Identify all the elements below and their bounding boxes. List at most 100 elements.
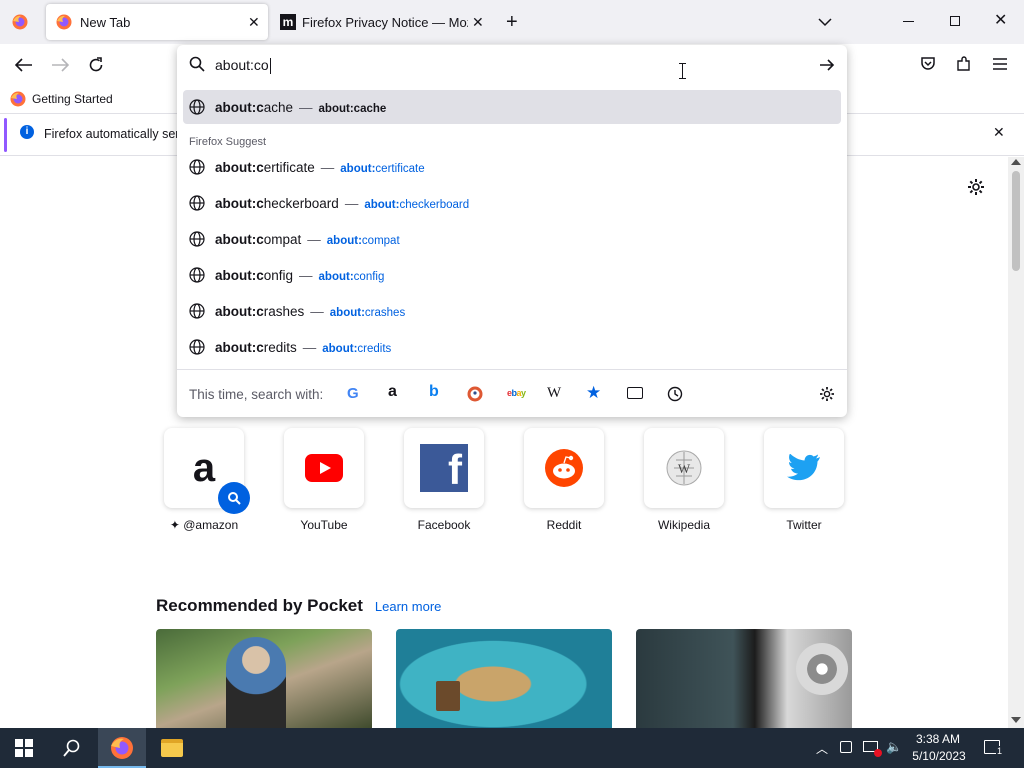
top-site-twitter[interactable]: Twitter xyxy=(764,428,844,532)
globe-icon xyxy=(189,231,205,247)
pocket-icon[interactable] xyxy=(920,56,936,72)
suggestion-row[interactable]: about:crashes — about:crashes xyxy=(183,294,841,328)
youtube-tile xyxy=(284,428,364,508)
restore-button[interactable] xyxy=(950,16,960,26)
forward-arrow-icon[interactable] xyxy=(51,58,69,72)
suggestion-row[interactable]: about:certificate — about:certificate xyxy=(183,150,841,184)
suggestion-row[interactable]: about:cache — about:cache xyxy=(183,90,841,124)
wikipedia-tile: W xyxy=(644,428,724,508)
separator: — xyxy=(302,339,317,355)
firefox-view-button[interactable] xyxy=(6,10,32,34)
url-typed: about: xyxy=(340,162,376,175)
bing-icon[interactable]: b xyxy=(429,383,439,401)
show-hidden-icons-chevron-icon[interactable]: ︿ xyxy=(816,740,828,757)
firefox-icon xyxy=(111,737,133,759)
top-site-label: Twitter xyxy=(786,518,822,532)
suggestion-row[interactable]: about:credits — about:credits xyxy=(183,330,841,364)
tab-privacy-notice[interactable]: m Firefox Privacy Notice — Mozill ✕ xyxy=(272,4,494,40)
separator: — xyxy=(320,159,335,175)
extensions-puzzle-icon[interactable] xyxy=(956,56,972,72)
top-site-youtube[interactable]: YouTube xyxy=(284,428,364,532)
facebook-icon: f xyxy=(420,444,468,492)
meet-now-icon[interactable] xyxy=(840,741,852,753)
suggestion-row[interactable]: about:checkerboard — about:checkerboard xyxy=(183,186,841,220)
history-icon[interactable] xyxy=(667,386,683,402)
bookmark-getting-started[interactable]: Getting Started xyxy=(10,91,113,107)
search-shortcut-icon xyxy=(218,482,250,514)
windows-start-icon[interactable] xyxy=(15,739,33,757)
globe-icon xyxy=(189,267,205,283)
clock-date[interactable]: 5/10/2023 xyxy=(910,749,968,763)
top-site-label-text: @amazon xyxy=(183,518,239,532)
search-icon[interactable] xyxy=(63,739,81,757)
minimize-button[interactable] xyxy=(903,21,914,22)
close-notification-icon[interactable]: ✕ xyxy=(993,124,1005,141)
wikipedia-icon: W xyxy=(666,450,702,486)
tabs-icon[interactable] xyxy=(627,387,643,399)
search-settings-gear-icon[interactable] xyxy=(819,386,835,402)
pocket-card-island[interactable] xyxy=(396,629,612,729)
globe-icon xyxy=(189,339,205,355)
back-arrow-icon[interactable] xyxy=(15,58,33,72)
pocket-card-hiker[interactable] xyxy=(156,629,372,729)
url-typed: about: xyxy=(318,102,354,115)
url-rest: checkerboard xyxy=(399,198,470,211)
firefox-window: New Tab ✕ m Firefox Privacy Notice — Moz… xyxy=(0,0,1024,768)
google-icon[interactable]: G xyxy=(347,385,359,402)
top-site-reddit[interactable]: Reddit xyxy=(524,428,604,532)
amazon-icon[interactable]: a xyxy=(388,383,397,401)
scrollbar-thumb[interactable] xyxy=(1012,171,1020,271)
close-tab-icon[interactable]: ✕ xyxy=(472,14,484,31)
list-all-tabs-chevron-icon[interactable] xyxy=(818,17,832,27)
reload-icon[interactable] xyxy=(88,57,104,73)
tab-title: Firefox Privacy Notice — Mozill xyxy=(302,14,468,30)
urlbar-input[interactable]: about:co xyxy=(215,55,805,75)
url-rest: config xyxy=(353,270,385,283)
globe-icon xyxy=(189,99,205,115)
scroll-down-arrow-icon[interactable] xyxy=(1011,717,1021,723)
go-arrow-icon[interactable] xyxy=(819,58,835,72)
urlbar-value: about:co xyxy=(215,57,269,73)
page-scrollbar[interactable] xyxy=(1008,157,1024,728)
volume-muted-icon[interactable]: 🔈 xyxy=(886,739,902,755)
globe-icon xyxy=(189,303,205,319)
close-tab-icon[interactable]: ✕ xyxy=(248,14,260,31)
network-error-icon xyxy=(874,749,882,757)
suggestion-text: about:cache — about:cache xyxy=(215,100,386,115)
mozilla-icon: m xyxy=(280,14,296,30)
wikipedia-icon[interactable]: W xyxy=(547,385,561,402)
search-with-label: This time, search with: xyxy=(189,387,324,402)
firefox-icon xyxy=(12,14,28,30)
bookmarks-star-icon[interactable]: ★ xyxy=(586,383,601,403)
clock-time[interactable]: 3:38 AM xyxy=(914,732,962,746)
top-site-label: ✦ @amazon xyxy=(169,518,239,532)
new-tab-plus-icon[interactable]: + xyxy=(506,12,518,32)
ebay-icon[interactable]: ebay xyxy=(507,388,526,398)
top-site-facebook[interactable]: f Facebook xyxy=(404,428,484,532)
gear-icon[interactable] xyxy=(967,178,985,196)
file-explorer-icon[interactable] xyxy=(161,739,183,757)
mouse-ibeam-cursor-top xyxy=(679,63,686,64)
tab-new-tab[interactable]: New Tab ✕ xyxy=(46,4,268,40)
suggestion-text: about:crashes — about:crashes xyxy=(215,304,405,319)
text-caret xyxy=(269,58,271,75)
duckduckgo-icon[interactable] xyxy=(467,386,483,402)
taskbar-firefox-button[interactable] xyxy=(98,728,146,768)
mouse-ibeam-cursor-bottom xyxy=(679,78,686,79)
top-site-amazon[interactable]: a ✦ @amazon xyxy=(164,428,250,532)
suggestion-row[interactable]: about:compat — about:compat xyxy=(183,222,841,256)
typed-part: about:c xyxy=(215,303,264,319)
suggestion-row[interactable]: about:config — about:config xyxy=(183,258,841,292)
close-window-button[interactable]: ✕ xyxy=(994,12,1007,30)
menu-hamburger-icon[interactable] xyxy=(992,57,1008,71)
scroll-up-arrow-icon[interactable] xyxy=(1011,159,1021,165)
completion-part: heckerboard xyxy=(263,195,339,211)
amazon-icon: a xyxy=(192,446,216,490)
bookmark-label: Getting Started xyxy=(32,92,113,106)
notification-text: Firefox automatically sen xyxy=(44,127,183,141)
url-rest: certificate xyxy=(375,162,425,175)
suggestion-url: about:credits xyxy=(322,343,391,355)
pocket-card-harddrive[interactable] xyxy=(636,629,852,729)
top-site-wikipedia[interactable]: W Wikipedia xyxy=(644,428,724,532)
learn-more-link[interactable]: Learn more xyxy=(375,599,441,614)
